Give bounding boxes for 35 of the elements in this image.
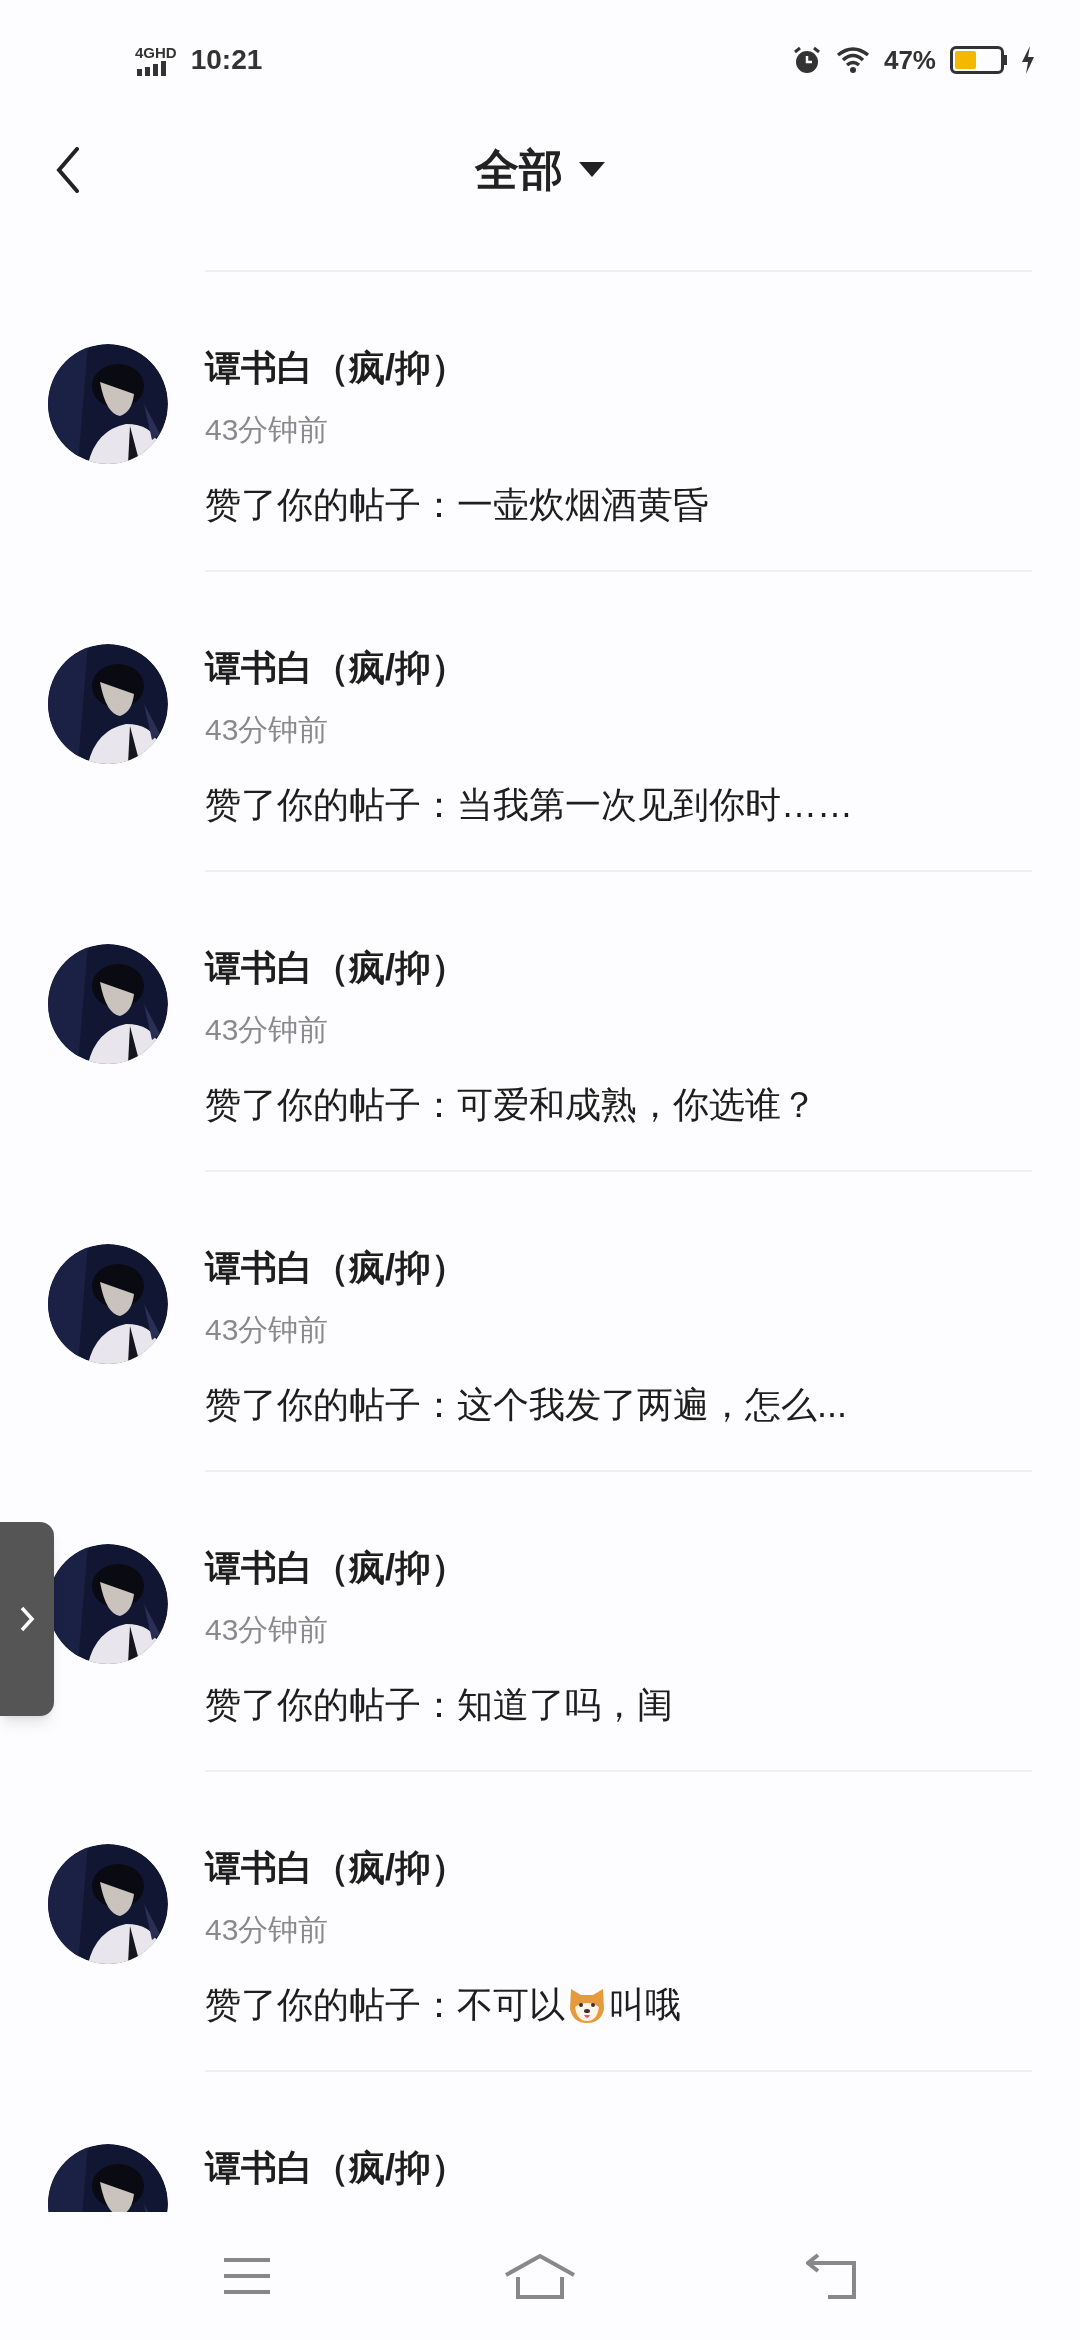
timestamp: 43分钟前	[205, 1612, 330, 1648]
user-name[interactable]: 谭书白（疯/抑）	[205, 944, 1032, 992]
clock-time: 10:21	[190, 43, 263, 77]
charging-icon	[1021, 46, 1035, 74]
home-icon	[504, 2253, 576, 2299]
alarm-icon	[791, 45, 822, 75]
signal-icon	[135, 59, 169, 76]
notification-text: 赞了你的帖子：不可以	[205, 1983, 565, 2027]
user-name[interactable]: 谭书白（疯/抑）	[205, 2144, 1032, 2192]
user-name[interactable]: 谭书白（疯/抑）	[205, 1844, 1032, 1892]
timestamp: 43分钟前	[205, 1912, 330, 1948]
menu-icon	[221, 2256, 272, 2296]
timestamp: 43分钟前	[205, 1312, 330, 1348]
wifi-icon	[835, 46, 870, 74]
notification-text: 赞了你的帖子：这个我发了两遍，怎么...	[205, 1383, 847, 1427]
notification-text: 赞了你的帖子：知道了吗，闺	[205, 1683, 673, 1727]
notification-text: 赞了你的帖子：一壶炊烟酒黄昏	[205, 483, 709, 527]
timestamp: 43分钟前	[205, 712, 330, 748]
notification-text: 赞了你的帖子：可爱和成熟，你选谁？	[205, 1083, 817, 1127]
battery-percent: 47%	[883, 43, 936, 77]
battery-icon	[950, 46, 1007, 74]
user-name[interactable]: 谭书白（疯/抑）	[205, 344, 1032, 392]
network-label: 4GHD	[135, 44, 177, 60]
back-icon	[56, 147, 80, 193]
user-name[interactable]: 谭书白（疯/抑）	[205, 1544, 1032, 1592]
filter-dropdown[interactable]: 全部	[475, 137, 605, 203]
caret-icon	[579, 162, 605, 178]
chevron-right-icon	[19, 1605, 35, 1633]
user-name[interactable]: 谭书白（疯/抑）	[205, 1244, 1032, 1292]
timestamp: 43分钟前	[205, 1012, 330, 1048]
notification-text: 叫哦	[609, 1983, 681, 2027]
notification-text: 赞了你的帖子：当我第一次见到你时……	[205, 783, 853, 827]
timestamp: 43分钟前	[205, 412, 330, 448]
side-drawer-handle[interactable]	[0, 1522, 54, 1716]
user-name[interactable]: 谭书白（疯/抑）	[205, 644, 1032, 692]
